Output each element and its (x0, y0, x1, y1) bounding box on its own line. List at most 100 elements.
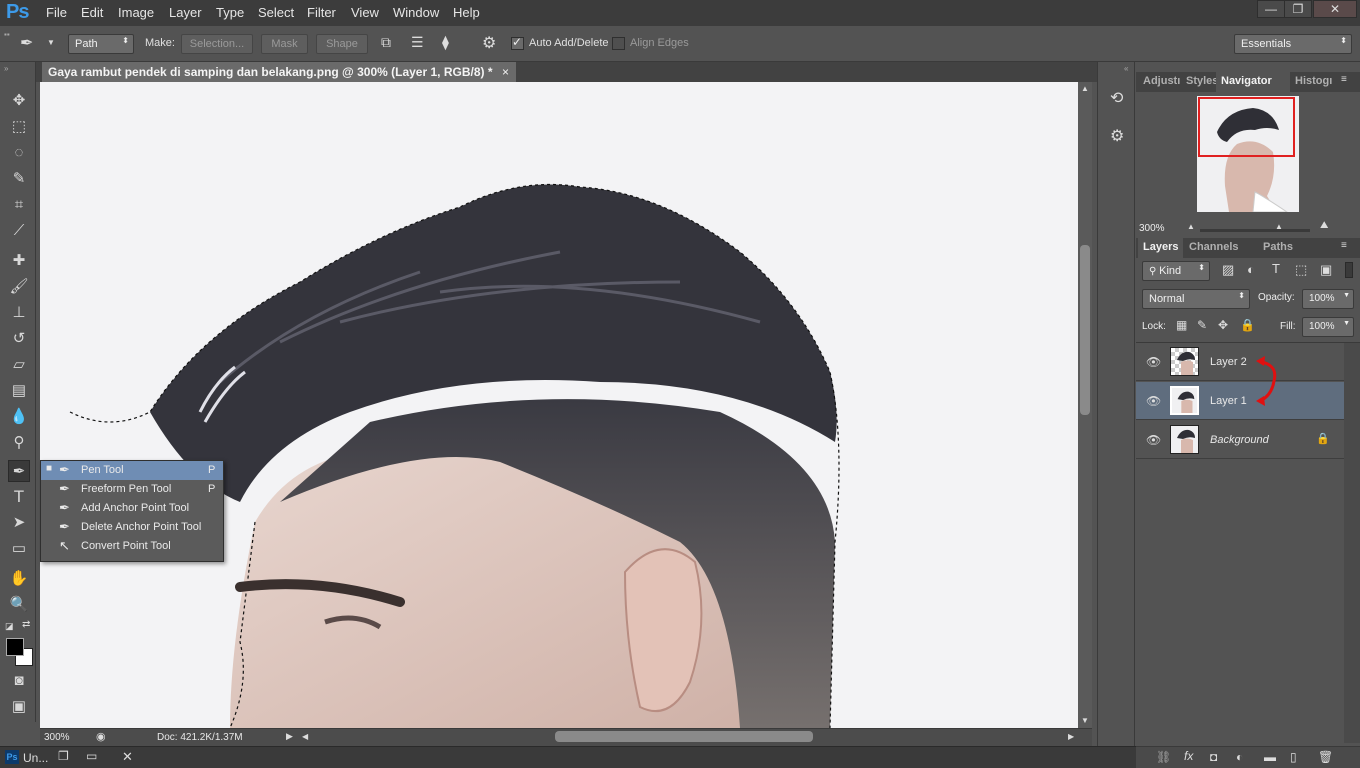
rectangle-tool-icon[interactable]: ▭ (8, 538, 30, 560)
tab-adjustments[interactable]: Adjustı (1138, 72, 1185, 92)
flyout-item-freeform-pen-tool[interactable]: ✒ Freeform Pen Tool P (41, 480, 223, 499)
panel-menu-icon[interactable]: ≡ (1341, 74, 1347, 85)
layer-style-icon[interactable]: fx (1184, 749, 1193, 763)
flyout-item-pen-tool[interactable]: ■ ✒ Pen Tool P (41, 461, 223, 480)
layers-scrollbar[interactable] (1344, 343, 1360, 743)
tab-navigator[interactable]: Navigator (1216, 72, 1290, 92)
path-operations-icon[interactable]: ⧉ (381, 34, 391, 51)
new-group-icon[interactable]: ▬ (1264, 750, 1276, 764)
dodge-tool-icon[interactable]: ⚲ (8, 432, 30, 454)
filter-toggle[interactable] (1345, 262, 1353, 278)
trash-icon[interactable]: 🗑 (1318, 750, 1333, 764)
scroll-down-icon[interactable]: ▼ (1081, 716, 1089, 725)
layer-row-background[interactable]: 👁 Background 🔒 (1136, 421, 1344, 459)
opacity-field[interactable]: 100% ▼ (1302, 289, 1354, 309)
filter-type-icon[interactable]: T (1272, 261, 1280, 276)
maximize-icon[interactable]: ▭ (86, 749, 97, 763)
lock-image-icon[interactable]: ✎ (1197, 318, 1207, 332)
tab-layers[interactable]: Layers (1138, 238, 1184, 258)
close-window-button[interactable]: ✕ (1313, 0, 1357, 18)
horizontal-scroll-thumb[interactable] (555, 731, 813, 742)
menu-layer[interactable]: Layer (169, 5, 202, 20)
layer-name[interactable]: Layer 2 (1210, 356, 1247, 368)
quick-selection-tool-icon[interactable]: ✎ (8, 168, 30, 190)
minimize-button[interactable]: — (1257, 0, 1285, 18)
zoom-level[interactable]: 300% (44, 732, 70, 743)
flyout-item-add-anchor-point-tool[interactable]: ✒ Add Anchor Point Tool (41, 499, 223, 518)
eyedropper-tool-icon[interactable]: ⟋ (8, 220, 30, 242)
foreground-color-swatch[interactable] (6, 638, 24, 656)
history-brush-tool-icon[interactable]: ↺ (8, 328, 30, 350)
eraser-tool-icon[interactable]: ▱ (8, 354, 30, 376)
zoom-out-icon[interactable]: ▲ (1187, 222, 1195, 231)
filter-smart-object-icon[interactable]: ▣ (1320, 262, 1332, 278)
pen-tool-preset-icon[interactable]: ✒ (20, 33, 33, 53)
path-selection-tool-icon[interactable]: ➤ (8, 512, 30, 534)
type-tool-icon[interactable]: T (8, 486, 30, 508)
menu-type[interactable]: Type (216, 5, 244, 20)
zoom-tool-icon[interactable]: 🔍 (8, 594, 30, 616)
filter-adjustment-icon[interactable]: ◐ (1247, 262, 1255, 277)
lock-position-icon[interactable]: ✥ (1218, 318, 1228, 332)
link-layers-icon[interactable]: ⛓ (1156, 750, 1171, 764)
tab-channels[interactable]: Channels (1184, 238, 1244, 258)
selection-button[interactable]: Selection... (181, 34, 253, 54)
document-tab[interactable]: Gaya rambut pendek di samping dan belaka… (42, 62, 516, 82)
collapse-arrows-icon[interactable]: « (1124, 64, 1128, 73)
shape-button[interactable]: Shape (316, 34, 368, 54)
quick-mask-icon[interactable]: ◙ (8, 670, 30, 692)
auto-add-delete-checkbox[interactable]: ✓ (511, 35, 524, 50)
healing-brush-tool-icon[interactable]: ✚ (8, 250, 30, 272)
canvas[interactable] (40, 82, 1078, 728)
workspace-select[interactable]: Essentials ⬍ (1234, 34, 1352, 54)
tab-paths[interactable]: Paths (1258, 238, 1298, 258)
minimized-app-label[interactable]: Un... (23, 751, 48, 765)
layer-row-layer-2[interactable]: 👁 Layer 2 (1136, 343, 1344, 381)
lasso-tool-icon[interactable]: ◌ (8, 142, 30, 164)
navigator-zoom-value[interactable]: 300% (1139, 223, 1165, 234)
layer-name[interactable]: Background (1210, 434, 1269, 446)
align-edges-checkbox[interactable] (612, 37, 625, 50)
gear-icon[interactable]: ⚙ (482, 33, 496, 53)
flyout-item-convert-point-tool[interactable]: ↖ Convert Point Tool (41, 537, 223, 556)
panel-menu-icon[interactable]: ≡ (1341, 240, 1347, 251)
hand-tool-icon[interactable]: ✋ (8, 568, 30, 590)
screen-mode-icon[interactable]: ▣ (8, 696, 30, 718)
menu-view[interactable]: View (351, 5, 379, 20)
navigator-thumbnail[interactable] (1197, 96, 1299, 212)
move-tool-icon[interactable]: ✥ (8, 90, 30, 112)
visibility-eye-icon[interactable]: 👁 (1146, 394, 1161, 408)
navigator-zoom-slider[interactable] (1200, 229, 1310, 232)
layer-filter-select[interactable]: ⚲ Kind ⬍ (1142, 261, 1210, 281)
adjustment-layer-icon[interactable]: ◐ (1236, 750, 1243, 764)
navigator-view-frame[interactable] (1198, 97, 1295, 157)
new-layer-icon[interactable]: ▯ (1290, 750, 1297, 764)
layer-row-layer-1[interactable]: 👁 Layer 1 (1136, 382, 1344, 420)
properties-panel-icon[interactable]: ⚙ (1110, 126, 1124, 146)
path-arrangement-icon[interactable]: ⧫ (442, 34, 449, 51)
status-info-icon[interactable]: ◉ (96, 730, 106, 743)
menu-help[interactable]: Help (453, 5, 480, 20)
chevron-down-icon[interactable]: ▼ (47, 38, 55, 47)
restore-icon[interactable]: ❐ (58, 749, 69, 763)
vertical-scroll-thumb[interactable] (1080, 245, 1090, 415)
close-document-icon[interactable]: × (502, 65, 509, 79)
scroll-right-icon[interactable]: ▶ (1068, 732, 1074, 741)
tool-mode-select[interactable]: Path ⬍ (68, 34, 134, 54)
menu-image[interactable]: Image (118, 5, 154, 20)
pen-tool-icon[interactable]: ✒ (8, 460, 30, 482)
menu-select[interactable]: Select (258, 5, 294, 20)
menu-filter[interactable]: Filter (307, 5, 336, 20)
brush-tool-icon[interactable]: 🖌 (8, 276, 30, 298)
zoom-slider-handle[interactable]: ▲ (1275, 222, 1283, 231)
layer-name[interactable]: Layer 1 (1210, 395, 1247, 407)
tab-histogram[interactable]: Histogı (1290, 72, 1337, 92)
history-panel-icon[interactable]: ⟲ (1110, 88, 1123, 108)
marquee-tool-icon[interactable]: ⬚ (8, 116, 30, 138)
zoom-in-icon[interactable]: ⛰ (1320, 220, 1328, 231)
add-mask-icon[interactable]: ◘ (1210, 750, 1217, 764)
blend-mode-select[interactable]: Normal ⬍ (1142, 289, 1250, 309)
flyout-item-delete-anchor-point-tool[interactable]: ✒ Delete Anchor Point Tool (41, 518, 223, 537)
gradient-tool-icon[interactable]: ▤ (8, 380, 30, 402)
collapse-arrows-icon[interactable]: » (4, 64, 8, 73)
